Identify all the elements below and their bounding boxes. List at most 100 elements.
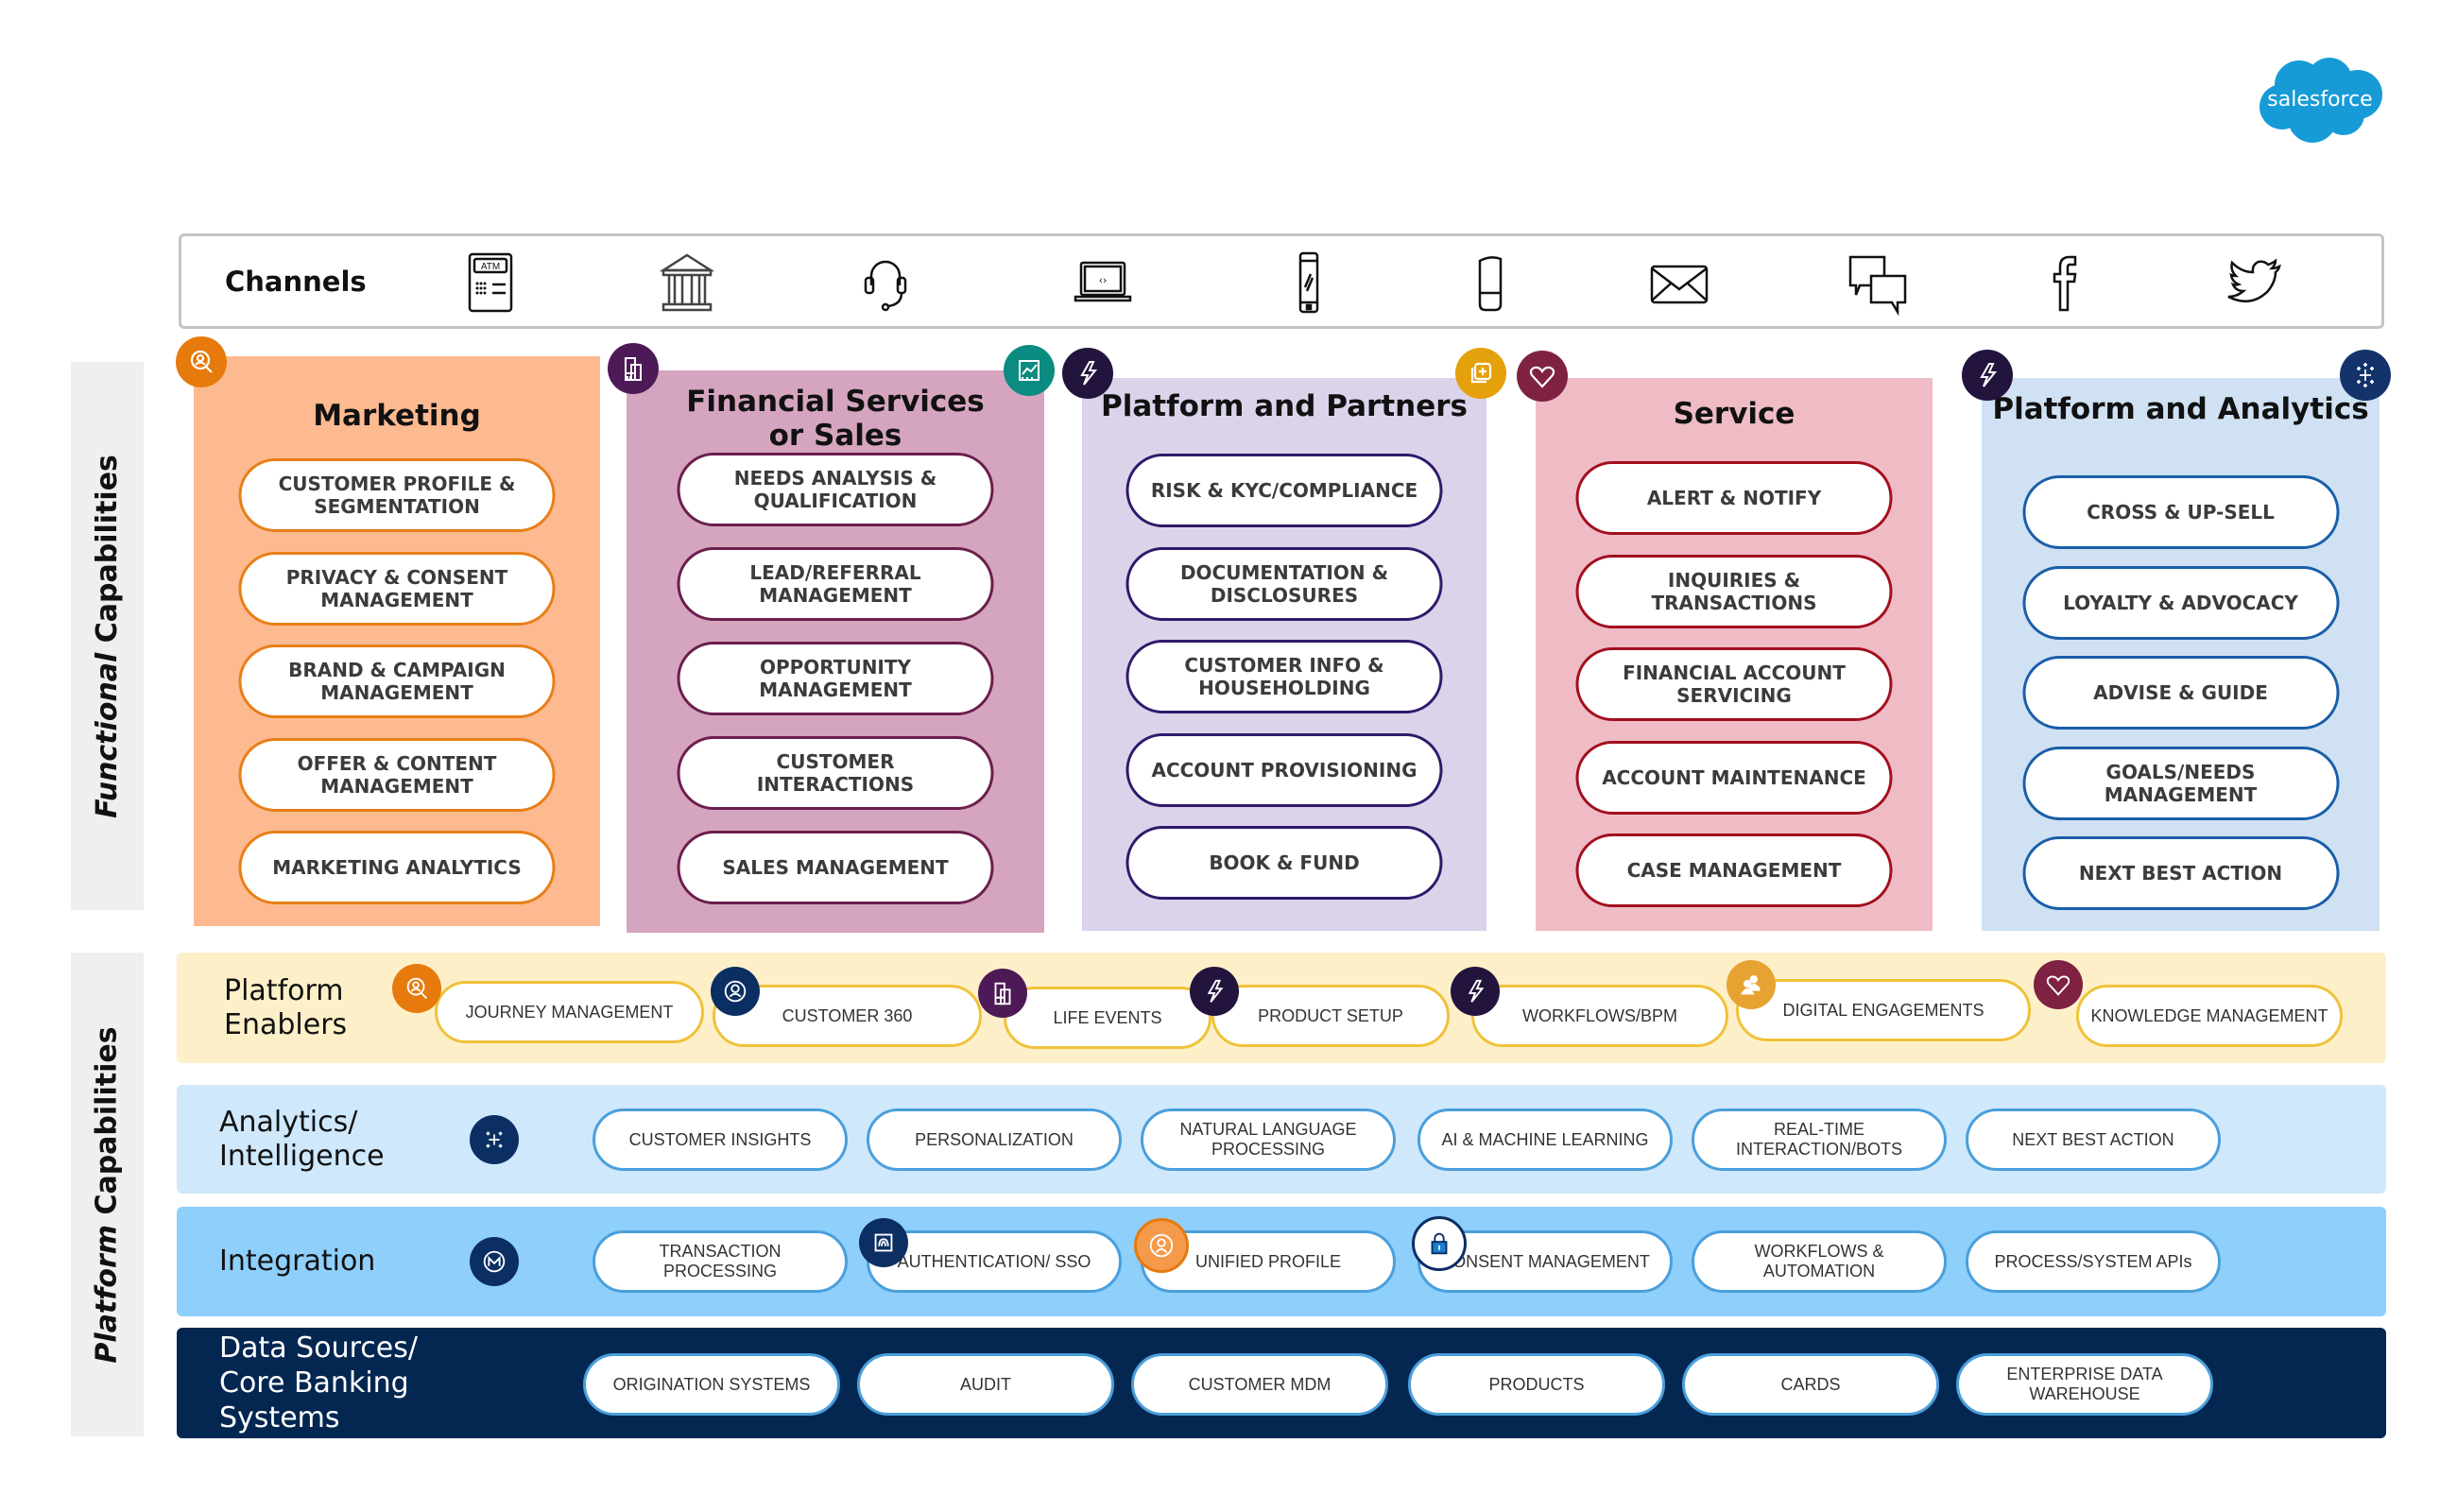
mobile-phone-icon[interactable] [1276,249,1342,316]
capability-pill[interactable]: PROCESS/SYSTEM APIs [1966,1230,2221,1293]
capability-pill[interactable]: BOOK & FUND [1125,826,1443,900]
capability-pill[interactable]: GOALS/NEEDS MANAGEMENT [2022,746,2339,820]
financial-building-icon [608,343,659,394]
capability-pill[interactable]: AUDIT [857,1353,1114,1416]
atm-icon[interactable]: ATM [458,249,524,316]
capability-pill[interactable]: CUSTOMER INFO & HOUSEHOLDING [1125,640,1443,713]
capability-pill[interactable]: WORKFLOWS/BPM [1471,985,1728,1047]
column-service: Service ALERT & NOTIFY INQUIRIES & TRANSA… [1536,378,1933,931]
capability-pill[interactable]: LOYALTY & ADVOCACY [2022,565,2339,640]
capability-pill[interactable]: CUSTOMER PROFILE & SEGMENTATION [238,458,556,532]
capability-pill[interactable]: CARDS [1682,1353,1939,1416]
capability-pill[interactable]: ORIGINATION SYSTEMS [583,1353,840,1416]
capability-pill[interactable]: ADVISE & GUIDE [2022,656,2339,730]
knowledge-heart-icon [2034,960,2083,1009]
mulesoft-icon [470,1237,519,1286]
capability-pill[interactable]: CUSTOMER INTERACTIONS [677,736,994,810]
smart-speaker-icon[interactable] [1457,249,1523,316]
twitter-icon[interactable] [2223,249,2289,316]
capability-pill[interactable]: LIFE EVENTS [1004,987,1211,1049]
workflows-lightning-icon [1451,967,1500,1016]
row-title: Platform Enablers [224,973,348,1041]
analytics-lightning-icon [1962,350,2013,401]
capability-pill[interactable]: MARKETING ANALYTICS [238,831,556,904]
capability-pill[interactable]: WORKFLOWS & AUTOMATION [1692,1230,1947,1293]
capability-pill[interactable]: ENTERPRISE DATA WAREHOUSE [1956,1353,2213,1416]
platform-lightning-icon [1062,348,1113,399]
capability-pill[interactable]: DIGITAL ENGAGEMENTS [1736,979,2031,1041]
financial-chart-icon [1004,345,1055,396]
channels-bar: Channels ATM ‹› [179,233,2384,329]
laptop-code-icon[interactable]: ‹› [1070,249,1136,316]
column-title: Platform and Partners [1101,389,1468,423]
capability-pill[interactable]: BRAND & CAMPAIGN MANAGEMENT [238,644,556,718]
capability-pill[interactable]: PERSONALIZATION [867,1108,1122,1171]
column-title: Platform and Analytics [1992,392,2369,426]
capability-pill[interactable]: REAL-TIME INTERACTION/BOTS [1692,1108,1947,1171]
fingerprint-icon [859,1218,908,1267]
functional-capabilities-label: Functional Capabilities [71,362,144,910]
column-title: Financial Services or Sales [686,385,985,453]
capability-pill[interactable]: SALES MANAGEMENT [677,831,994,904]
capability-pill[interactable]: DOCUMENTATION & DISCLOSURES [1125,546,1443,621]
capability-pill[interactable]: LEAD/REFERRAL MANAGEMENT [677,547,994,621]
functional-label-italic: Functional [91,652,125,818]
svg-text:‹›: ‹› [1099,274,1108,286]
row-title: Data Sources/ Core Banking Systems [219,1332,418,1435]
capability-pill[interactable]: ACCOUNT MAINTENANCE [1575,740,1893,815]
headset-icon[interactable] [852,249,919,316]
unified-profile-icon [1134,1218,1189,1273]
column-title: Marketing [313,399,481,433]
product-setup-lightning-icon [1190,967,1239,1016]
capability-pill[interactable]: KNOWLEDGE MANAGEMENT [2076,985,2343,1047]
capability-pill[interactable]: CUSTOMER INSIGHTS [593,1108,848,1171]
platform-label-rest: Capabilities [91,1025,124,1225]
journey-search-user-icon [392,964,441,1013]
email-icon[interactable] [1646,249,1712,316]
capability-pill[interactable]: RISK & KYC/COMPLIANCE [1125,454,1443,527]
column-marketing: Marketing CUSTOMER PROFILE & SEGMENTATIO… [194,356,600,926]
lock-icon [1412,1216,1467,1271]
capability-pill[interactable]: PRODUCTS [1408,1353,1665,1416]
column-financial-services: Financial Services or Sales NEEDS ANALYS… [627,370,1044,933]
capability-pill[interactable]: TRANSACTION PROCESSING [593,1230,848,1293]
analytics-intelligence-row: Analytics/ Intelligence CUSTOMER INSIGHT… [177,1085,2386,1194]
data-sources-row: Data Sources/ Core Banking Systems ORIGI… [177,1328,2386,1438]
capability-pill[interactable]: AI & MACHINE LEARNING [1418,1108,1673,1171]
digital-engagement-users-icon [1727,960,1776,1009]
column-title: Service [1673,397,1796,431]
row-title: Integration [219,1245,376,1278]
capability-pill[interactable]: NEXT BEST ACTION [1966,1108,2221,1171]
capability-pill[interactable]: CROSS & UP-SELL [2022,475,2339,549]
capability-pill[interactable]: OPPORTUNITY MANAGEMENT [677,642,994,715]
capability-pill[interactable]: ALERT & NOTIFY [1575,461,1893,535]
facebook-icon[interactable] [2032,249,2098,316]
tableau-icon [2340,350,2391,401]
capability-pill[interactable]: PRIVACY & CONSENT MANAGEMENT [238,551,556,626]
svg-text:ATM: ATM [481,262,500,272]
capability-pill[interactable]: ACCOUNT PROVISIONING [1125,732,1443,807]
capability-pill[interactable]: NATURAL LANGUAGE PROCESSING [1141,1108,1396,1171]
capability-pill[interactable]: OFFER & CONTENT MANAGEMENT [238,737,556,812]
capability-pill[interactable]: CASE MANAGEMENT [1575,833,1893,907]
capability-pill[interactable]: PRODUCT SETUP [1211,985,1450,1047]
platform-capabilities-label: Platform Capabilities [71,953,144,1436]
marketing-search-user-icon [176,336,227,387]
tableau-icon [470,1115,519,1164]
capability-pill[interactable]: FINANCIAL ACCOUNT SERVICING [1575,647,1893,721]
life-events-building-icon [978,969,1027,1018]
capability-pill[interactable]: NEEDS ANALYSIS & QUALIFICATION [677,453,994,526]
customer-360-icon [711,967,760,1016]
platform-add-icon [1455,348,1506,399]
functional-label-rest: Capabilities [91,454,125,653]
platform-enablers-row: Platform Enablers JOURNEY MANAGEMENT CUST… [177,953,2386,1063]
chat-icon[interactable] [1845,249,1911,316]
logo-text: salesforce [2267,87,2373,112]
row-title: Analytics/ Intelligence [219,1105,385,1173]
capability-pill[interactable]: CUSTOMER MDM [1131,1353,1388,1416]
capability-pill[interactable]: NEXT BEST ACTION [2022,836,2339,910]
capability-pill[interactable]: INQUIRIES & TRANSACTIONS [1575,554,1893,628]
bank-branch-icon[interactable] [654,249,720,316]
channels-title: Channels [225,265,367,298]
capability-pill[interactable]: JOURNEY MANAGEMENT [435,981,704,1043]
